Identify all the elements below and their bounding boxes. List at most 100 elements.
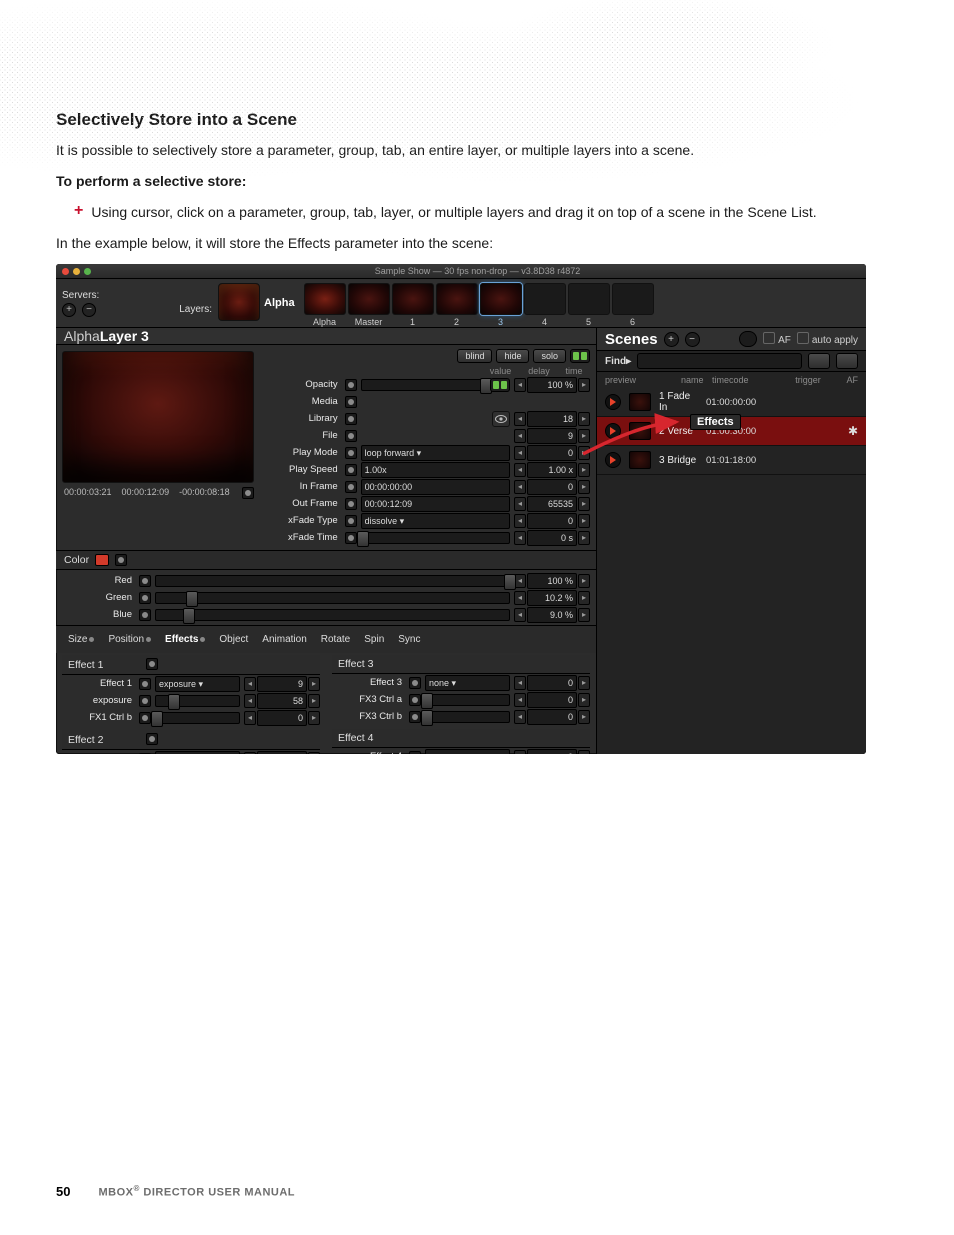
step-down-button[interactable]: ◂ [514, 531, 526, 545]
param-value[interactable]: 0 [527, 513, 577, 529]
step-up-button[interactable]: ▸ [578, 591, 590, 605]
zoom-icon[interactable] [84, 268, 91, 275]
param-select[interactable]: none ▾ [155, 751, 240, 755]
step-down-button[interactable]: ◂ [514, 429, 526, 443]
param-value[interactable]: 0 [257, 710, 307, 726]
scene-row[interactable]: 3 Bridge01:01:18:00 [597, 446, 866, 475]
param-slider[interactable] [361, 379, 486, 391]
param-row[interactable]: Blue◂9.0 %▸ [62, 606, 590, 623]
find-next-button[interactable] [836, 353, 858, 369]
step-down-button[interactable]: ◂ [514, 693, 526, 707]
layer-thumb[interactable]: 4 [523, 283, 567, 327]
param-value[interactable]: 0 [257, 751, 307, 755]
param-value[interactable]: 0 [527, 709, 577, 725]
layer-thumb[interactable]: 2 [435, 283, 479, 327]
param-row[interactable]: Play Speed1.00x◂1.00 x▸ [268, 461, 590, 478]
step-up-button[interactable]: ▸ [578, 412, 590, 426]
param-row[interactable]: Effect 2none ▾◂0▸ [62, 750, 320, 754]
remove-scene-button[interactable]: − [685, 332, 700, 347]
param-row[interactable]: Red◂100 %▸ [62, 572, 590, 589]
param-row[interactable]: Effect 4none ▾◂0▸ [332, 748, 590, 754]
param-slider[interactable] [425, 694, 510, 706]
param-slider[interactable] [155, 575, 510, 587]
param-field[interactable]: 00:00:12:09 [361, 496, 510, 512]
param-value[interactable]: 18 [527, 411, 577, 427]
step-up-button[interactable]: ▸ [578, 750, 590, 755]
close-icon[interactable] [62, 268, 69, 275]
tab-sync[interactable]: Sync [394, 632, 424, 647]
param-value[interactable]: 9.0 % [527, 607, 577, 623]
layer-thumb[interactable]: 5 [567, 283, 611, 327]
effect2-header[interactable]: Effect 2 [62, 730, 320, 750]
step-up-button[interactable]: ▸ [578, 378, 590, 392]
tab-effects[interactable]: Effects [161, 632, 209, 647]
param-row[interactable]: FX3 Ctrl b◂0▸ [332, 708, 590, 725]
step-down-button[interactable]: ◂ [514, 591, 526, 605]
param-value[interactable]: 0 s [527, 530, 577, 546]
param-row[interactable]: xFade Typedissolve ▾◂0▸ [268, 512, 590, 529]
step-down-button[interactable]: ◂ [514, 514, 526, 528]
step-up-button[interactable]: ▸ [578, 710, 590, 724]
step-down-button[interactable]: ◂ [514, 710, 526, 724]
param-row[interactable]: File◂9▸ [268, 427, 590, 444]
step-up-button[interactable]: ▸ [578, 514, 590, 528]
param-value[interactable]: 100 % [527, 573, 577, 589]
add-server-button[interactable]: + [62, 303, 76, 317]
step-up-button[interactable]: ▸ [578, 446, 590, 460]
tab-position[interactable]: Position [104, 632, 155, 647]
param-field[interactable]: 1.00x [361, 462, 510, 478]
step-up-button[interactable]: ▸ [308, 694, 320, 708]
param-row[interactable]: In Frame00:00:00:00◂0▸ [268, 478, 590, 495]
param-select[interactable]: exposure ▾ [155, 676, 240, 692]
minimize-icon[interactable] [73, 268, 80, 275]
param-row[interactable]: FX1 Ctrl b◂0▸ [62, 709, 320, 726]
step-up-button[interactable]: ▸ [578, 693, 590, 707]
param-select[interactable]: loop forward ▾ [361, 445, 510, 461]
layer-thumb[interactable]: 3 [479, 283, 523, 327]
find-prev-button[interactable] [808, 353, 830, 369]
auto-apply-toggle[interactable]: auto apply [797, 332, 858, 346]
tab-spin[interactable]: Spin [360, 632, 388, 647]
effect3-header[interactable]: Effect 3 [332, 655, 590, 674]
step-down-button[interactable]: ◂ [514, 446, 526, 460]
step-down-button[interactable]: ◂ [244, 711, 256, 725]
param-value[interactable]: 10.2 % [527, 590, 577, 606]
param-row[interactable]: Effect 3none ▾◂0▸ [332, 674, 590, 691]
step-down-button[interactable]: ◂ [514, 608, 526, 622]
step-down-button[interactable]: ◂ [514, 378, 526, 392]
play-icon[interactable] [605, 394, 621, 410]
step-up-button[interactable]: ▸ [578, 497, 590, 511]
param-row[interactable]: Media [268, 393, 590, 410]
param-value[interactable]: 0 [527, 675, 577, 691]
step-down-button[interactable]: ◂ [514, 676, 526, 690]
step-down-button[interactable]: ◂ [514, 463, 526, 477]
param-value[interactable]: 0 [527, 479, 577, 495]
tab-animation[interactable]: Animation [258, 632, 310, 647]
param-slider[interactable] [155, 609, 510, 621]
param-slider[interactable] [155, 592, 510, 604]
layer-thumb[interactable]: 1 [391, 283, 435, 327]
step-up-button[interactable]: ▸ [308, 711, 320, 725]
param-value[interactable]: 58 [257, 693, 307, 709]
step-up-button[interactable]: ▸ [578, 676, 590, 690]
step-up-button[interactable]: ▸ [578, 608, 590, 622]
param-row[interactable]: xFade Time◂0 s▸ [268, 529, 590, 546]
step-down-button[interactable]: ◂ [244, 752, 256, 755]
scene-row[interactable]: 2 Verse01:00:30:00✱ [597, 417, 866, 446]
param-row[interactable]: Green◂10.2 %▸ [62, 589, 590, 606]
play-icon[interactable] [605, 452, 621, 468]
param-select[interactable]: none ▾ [425, 675, 510, 691]
param-row[interactable]: Effect 1exposure ▾◂9▸ [62, 675, 320, 692]
color-section-header[interactable]: Color [56, 550, 596, 570]
param-value[interactable]: 100 % [527, 377, 577, 393]
step-down-button[interactable]: ◂ [244, 677, 256, 691]
step-down-button[interactable]: ◂ [244, 694, 256, 708]
step-up-button[interactable]: ▸ [578, 480, 590, 494]
param-row[interactable]: exposure◂58▸ [62, 692, 320, 709]
param-value[interactable]: 0 [527, 749, 577, 755]
step-up-button[interactable]: ▸ [308, 677, 320, 691]
eye-icon[interactable] [492, 411, 510, 427]
tab-size[interactable]: Size [64, 632, 98, 647]
gear-icon[interactable]: ✱ [842, 424, 858, 438]
tab-rotate[interactable]: Rotate [317, 632, 354, 647]
